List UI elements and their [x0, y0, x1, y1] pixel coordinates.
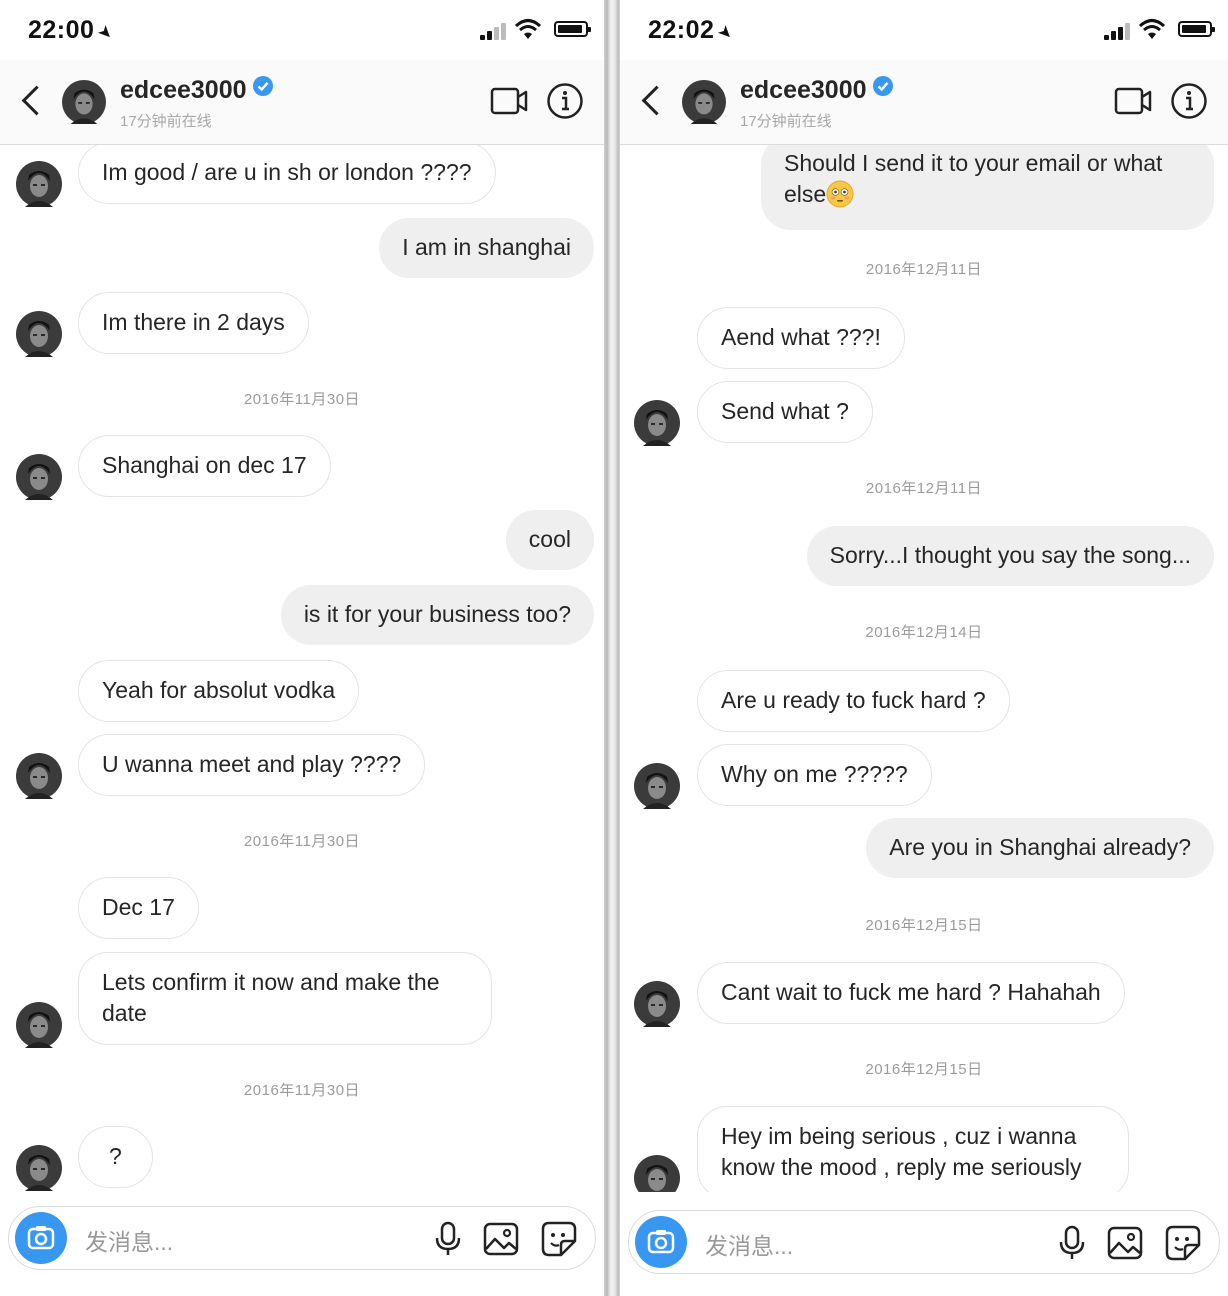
message-bubble-incoming[interactable]: Im good / are u in sh or london ????	[78, 145, 496, 204]
screenshot-divider	[604, 0, 620, 1296]
camera-icon	[647, 1230, 675, 1254]
message-bubble-incoming[interactable]: ?	[78, 1126, 153, 1188]
avatar[interactable]	[16, 1145, 62, 1191]
status-bar: 22:00➤	[0, 0, 604, 60]
signal-icon	[480, 22, 508, 40]
message-bubble-incoming[interactable]: Are u ready to fuck hard ?	[697, 670, 1010, 732]
status-time: 22:02➤	[648, 16, 738, 45]
message-bubble-incoming[interactable]: Im there in 2 days	[78, 292, 309, 354]
timestamp: 2016年11月30日	[243, 391, 361, 408]
avatar[interactable]	[634, 981, 680, 1027]
avatar[interactable]	[682, 80, 726, 124]
avatar[interactable]	[634, 1155, 680, 1192]
timestamp: 2016年12月14日	[865, 624, 983, 641]
avatar[interactable]	[634, 763, 680, 809]
avatar[interactable]	[16, 753, 62, 799]
camera-button[interactable]	[15, 1212, 67, 1264]
microphone-icon[interactable]	[433, 1221, 463, 1257]
contact-name[interactable]: edcee3000	[740, 76, 893, 105]
message-thread[interactable]: Im good / are u in sh or london ???? I a…	[0, 145, 604, 1192]
avatar[interactable]	[62, 80, 106, 124]
message-bubble-incoming[interactable]: Send what ?	[697, 381, 873, 443]
avatar[interactable]	[16, 161, 62, 207]
message-input[interactable]: 发消息...	[705, 1227, 793, 1261]
info-icon[interactable]	[546, 82, 584, 120]
message-bubble-outgoing[interactable]: I am in shanghai	[379, 218, 594, 278]
message-thread[interactable]: Should I send it to your email or what e…	[620, 145, 1228, 1192]
wifi-icon	[1138, 18, 1166, 40]
message-bubble-incoming[interactable]: Shanghai on dec 17	[78, 435, 331, 497]
location-arrow-icon: ➤	[714, 20, 739, 45]
sticker-icon[interactable]	[1165, 1225, 1201, 1261]
location-arrow-icon: ➤	[94, 20, 119, 45]
message-bubble-outgoing[interactable]: Should I send it to your email or what e…	[761, 145, 1214, 230]
timestamp: 2016年11月30日	[243, 833, 361, 850]
verified-badge-icon	[252, 76, 273, 96]
message-composer[interactable]: 发消息...	[8, 1206, 596, 1270]
camera-icon	[27, 1226, 55, 1250]
chat-header: edcee3000 17分钟前在线	[620, 60, 1228, 145]
battery-icon	[1178, 21, 1215, 37]
last-seen-text: 17分钟前在线	[120, 113, 212, 130]
chat-header: edcee3000 17分钟前在线	[0, 60, 604, 145]
timestamp: 2016年12月11日	[865, 261, 983, 278]
sticker-icon[interactable]	[541, 1221, 577, 1257]
contact-name-text: edcee3000	[740, 76, 867, 104]
signal-icon	[1104, 22, 1132, 40]
message-composer[interactable]: 发消息...	[628, 1210, 1220, 1274]
status-time-text: 22:00	[28, 16, 95, 44]
contact-name-text: edcee3000	[120, 76, 247, 104]
info-icon[interactable]	[1170, 82, 1208, 120]
video-call-icon[interactable]	[490, 86, 528, 116]
timestamp: 2016年12月15日	[865, 1061, 983, 1078]
message-bubble-incoming[interactable]: U wanna meet and play ????	[78, 734, 426, 796]
avatar[interactable]	[634, 400, 680, 446]
status-bar: 22:02➤	[620, 0, 1228, 60]
message-bubble-incoming[interactable]: Yeah for absolut vodka	[78, 660, 360, 722]
camera-button[interactable]	[635, 1216, 687, 1268]
message-bubble-outgoing[interactable]: is it for your business too?	[280, 585, 594, 645]
message-bubble-incoming[interactable]: Dec 17	[78, 877, 199, 939]
battery-icon	[554, 21, 591, 37]
left-screenshot: 22:00➤ edcee3000 17分钟前在线 Im good / are u…	[0, 0, 604, 1296]
contact-name[interactable]: edcee3000	[120, 76, 273, 105]
microphone-icon[interactable]	[1057, 1225, 1087, 1261]
video-call-icon[interactable]	[1114, 86, 1152, 116]
avatar[interactable]	[16, 311, 62, 357]
message-bubble-outgoing[interactable]: Are you in Shanghai already?	[866, 818, 1214, 878]
back-chevron-icon[interactable]	[18, 84, 46, 118]
status-time-text: 22:02	[648, 16, 715, 44]
message-bubble-incoming[interactable]: Aend what ???!	[697, 307, 905, 369]
status-time: 22:00➤	[28, 16, 118, 45]
back-chevron-icon[interactable]	[638, 84, 666, 118]
timestamp: 2016年11月30日	[243, 1082, 361, 1099]
verified-badge-icon	[872, 76, 893, 96]
right-screenshot: 22:02➤ edcee3000 17分钟前在线 Should I send i…	[620, 0, 1228, 1296]
timestamp: 2016年12月11日	[865, 480, 983, 497]
message-bubble-incoming[interactable]: Cant wait to fuck me hard ? Hahahah	[697, 962, 1125, 1024]
gallery-icon[interactable]	[1107, 1225, 1143, 1261]
message-input[interactable]: 发消息...	[85, 1223, 173, 1257]
message-bubble-incoming[interactable]: Hey im being serious , cuz i wanna know …	[697, 1106, 1129, 1192]
last-seen-text: 17分钟前在线	[740, 113, 832, 130]
timestamp: 2016年12月15日	[865, 917, 983, 934]
avatar[interactable]	[16, 1002, 62, 1048]
gallery-icon[interactable]	[483, 1221, 519, 1257]
message-bubble-incoming[interactable]: Lets confirm it now and make the date	[78, 952, 492, 1045]
flushed-face-icon	[826, 180, 854, 208]
message-bubble-outgoing[interactable]: Sorry...I thought you say the song...	[806, 526, 1214, 586]
wifi-icon	[514, 18, 542, 40]
message-bubble-incoming[interactable]: Why on me ?????	[697, 744, 932, 806]
message-bubble-outgoing[interactable]: cool	[505, 510, 594, 570]
avatar[interactable]	[16, 454, 62, 500]
